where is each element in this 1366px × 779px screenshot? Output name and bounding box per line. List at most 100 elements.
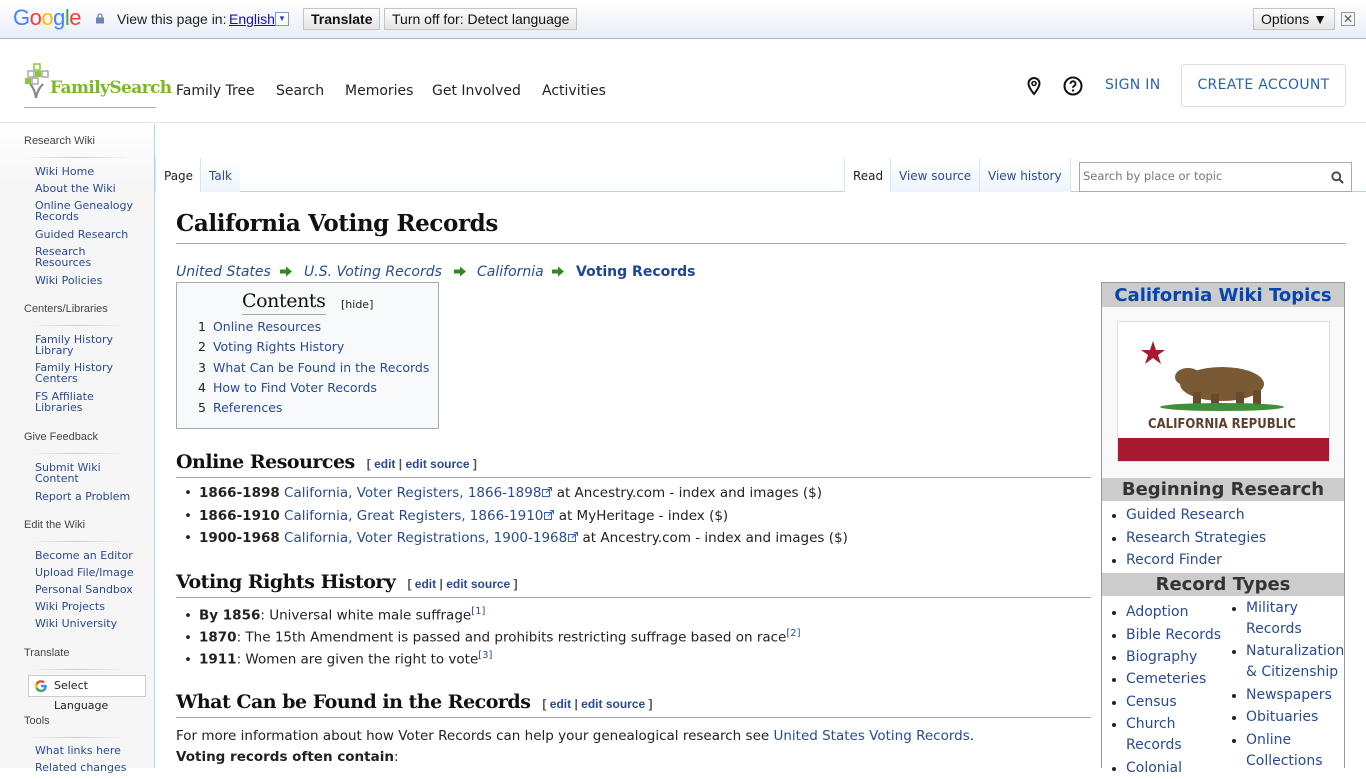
sidebar-heading-tools: Tools xyxy=(24,715,50,727)
beginning-research-list: Guided Research Research Strategies Reco… xyxy=(1102,501,1344,573)
arrow-right-icon xyxy=(280,266,292,277)
toc-item[interactable]: 3 What Can be Found in the Records xyxy=(198,360,429,375)
record-link[interactable]: California, Voter Registrations, 1900-19… xyxy=(284,530,567,546)
breadcrumb-united-states[interactable]: United States xyxy=(176,264,271,280)
sidebar-item-what-links-here[interactable]: What links here xyxy=(35,745,145,756)
options-button[interactable]: Options ▼ xyxy=(1253,8,1335,30)
breadcrumb-california[interactable]: California xyxy=(477,264,544,280)
sidebar-item-research-resources[interactable]: Research Resources xyxy=(35,246,105,268)
infobox-link-record-finder[interactable]: Record Finder xyxy=(1112,550,1222,571)
nav-family-tree[interactable]: Family Tree xyxy=(176,83,255,99)
tab-view-history[interactable]: View history xyxy=(979,158,1071,192)
sidebar-divider xyxy=(28,453,126,454)
sidebar-item-about-wiki[interactable]: About the Wiki xyxy=(35,183,145,194)
sidebar-item-online-genealogy-records[interactable]: Online Genealogy Records xyxy=(35,200,135,222)
search-icon[interactable] xyxy=(1331,171,1344,184)
create-account-button[interactable]: CREATE ACCOUNT xyxy=(1181,64,1346,107)
toc-item[interactable]: 5 References xyxy=(198,400,282,415)
record-link[interactable]: California, Voter Registers, 1866-1898 xyxy=(284,485,541,501)
section-divider xyxy=(176,477,1091,478)
sidebar-item-personal-sandbox[interactable]: Personal Sandbox xyxy=(35,584,145,595)
select-language-dropdown[interactable]: Select Language xyxy=(28,675,146,712)
record-type-bible-records[interactable]: Bible Records xyxy=(1112,625,1221,646)
toc-item[interactable]: 1 Online Resources xyxy=(198,319,321,334)
record-type-colonial[interactable]: Colonial xyxy=(1111,758,1182,779)
breadcrumb-current: Voting Records xyxy=(576,264,696,280)
sidebar-item-upload-file[interactable]: Upload File/Image xyxy=(35,567,145,578)
record-type-adoption[interactable]: Adoption xyxy=(1112,602,1189,623)
record-link[interactable]: California, Great Registers, 1866-1910 xyxy=(284,508,543,524)
external-link-icon xyxy=(542,487,553,497)
sidebar-item-guided-research[interactable]: Guided Research xyxy=(35,229,145,240)
infobox-link-research-strategies[interactable]: Research Strategies xyxy=(1111,528,1266,549)
nav-search[interactable]: Search xyxy=(276,83,324,99)
sidebar-item-family-history-centers[interactable]: Family History Centers xyxy=(35,362,120,384)
language-dropdown-icon[interactable]: ▼ xyxy=(275,12,289,26)
tab-talk[interactable]: Talk xyxy=(200,158,240,192)
record-type-military-records[interactable]: Military Records xyxy=(1232,598,1316,640)
infobox-link-guided-research[interactable]: Guided Research xyxy=(1112,505,1245,526)
toc-number: 3 xyxy=(198,360,206,375)
sidebar-item-submit-wiki-content[interactable]: Submit Wiki Content xyxy=(35,462,110,484)
toc-label: Voting Rights History xyxy=(212,339,345,354)
reference-link[interactable]: [1] xyxy=(471,606,485,617)
sidebar-item-report-problem[interactable]: Report a Problem xyxy=(35,491,145,502)
tab-view-source[interactable]: View source xyxy=(890,158,980,192)
record-type-census[interactable]: Census xyxy=(1112,692,1177,713)
sidebar-item-wiki-university[interactable]: Wiki University xyxy=(35,618,145,629)
tab-page[interactable]: Page xyxy=(155,158,202,193)
nav-activities[interactable]: Activities xyxy=(542,83,606,99)
arrow-right-icon xyxy=(552,266,564,277)
wiki-search-input[interactable]: Search by place or topic xyxy=(1079,162,1352,192)
edit-link[interactable]: edit xyxy=(374,457,395,471)
edit-link[interactable]: edit xyxy=(550,697,571,711)
edit-link[interactable]: edit xyxy=(415,577,436,591)
sidebar-item-become-editor[interactable]: Become an Editor xyxy=(35,550,145,561)
toc-label: How to Find Voter Records xyxy=(212,380,377,395)
edit-source-link[interactable]: edit source xyxy=(446,577,510,591)
nav-get-involved[interactable]: Get Involved xyxy=(432,83,521,99)
language-link[interactable]: English xyxy=(229,11,275,27)
edit-source-link[interactable]: edit source xyxy=(581,697,645,711)
breadcrumb-us-voting-records[interactable]: U.S. Voting Records xyxy=(304,264,442,280)
help-icon[interactable] xyxy=(1063,76,1083,96)
record-type-newspapers[interactable]: Newspapers xyxy=(1232,685,1332,706)
sidebar-item-family-history-library[interactable]: Family History Library xyxy=(35,334,120,356)
us-voting-records-link[interactable]: United States Voting Records xyxy=(773,728,969,744)
reference-link[interactable]: [3] xyxy=(478,650,492,661)
infobox-title[interactable]: California Wiki Topics xyxy=(1102,283,1344,307)
turn-off-button[interactable]: Turn off for: Detect language xyxy=(384,8,578,30)
list-item: • By 1856: Universal white male suffrage[… xyxy=(184,606,486,624)
sign-in-link[interactable]: SIGN IN xyxy=(1105,77,1161,93)
section-divider xyxy=(176,717,1091,718)
record-type-online-collections[interactable]: Online Collections xyxy=(1232,730,1336,772)
sidebar-item-fs-affiliate-libraries[interactable]: FS Affiliate Libraries xyxy=(35,391,105,413)
sidebar: Research Wiki Wiki Home About the Wiki O… xyxy=(0,124,155,773)
record-type-church-records[interactable]: Church Records xyxy=(1112,714,1196,756)
sidebar-item-wiki-policies[interactable]: Wiki Policies xyxy=(35,275,145,286)
search-placeholder: Search by place or topic xyxy=(1083,169,1223,183)
record-types-heading: Record Types xyxy=(1102,573,1344,596)
view-page-label: View this page in: xyxy=(117,11,227,27)
heading-text: Online Resources xyxy=(176,451,355,473)
record-type-cemeteries[interactable]: Cemeteries xyxy=(1111,669,1206,690)
sidebar-heading-centers: Centers/Libraries xyxy=(24,303,108,315)
toc-hide-toggle[interactable]: [hide] xyxy=(341,298,373,311)
reference-link[interactable]: [2] xyxy=(786,628,800,639)
translate-button[interactable]: Translate xyxy=(303,8,381,30)
tab-read[interactable]: Read xyxy=(844,158,892,193)
familysearch-logo[interactable]: FamilySearch xyxy=(24,63,172,108)
record-type-biography[interactable]: Biography xyxy=(1111,647,1197,668)
edit-source-link[interactable]: edit source xyxy=(405,457,469,471)
sidebar-item-wiki-home[interactable]: Wiki Home xyxy=(35,166,145,177)
toc-item[interactable]: 2 Voting Rights History xyxy=(198,339,344,354)
record-type-obituaries[interactable]: Obituaries xyxy=(1231,707,1318,728)
close-icon[interactable]: ✕ xyxy=(1341,12,1355,26)
list-item: • 1911: Women are given the right to vote… xyxy=(184,650,493,668)
toc-item[interactable]: 4 How to Find Voter Records xyxy=(198,380,377,395)
beginning-research-heading: Beginning Research xyxy=(1102,478,1344,501)
record-type-naturalization[interactable]: Naturalization & Citizenship xyxy=(1232,641,1346,683)
nav-memories[interactable]: Memories xyxy=(345,83,413,99)
sidebar-item-wiki-projects[interactable]: Wiki Projects xyxy=(35,601,145,612)
location-pin-icon[interactable] xyxy=(1024,76,1044,96)
